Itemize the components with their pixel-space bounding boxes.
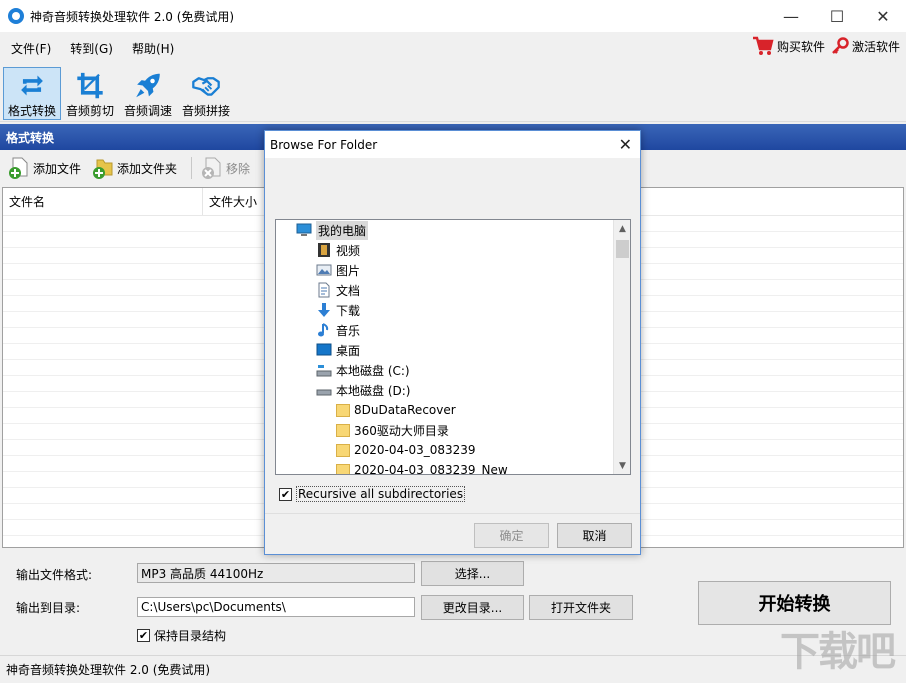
video-icon bbox=[318, 243, 330, 257]
toolbar-separator bbox=[191, 157, 193, 179]
add-folder-button[interactable]: 添加文件夹 bbox=[91, 156, 183, 180]
remove-button[interactable]: 移除 bbox=[200, 156, 256, 180]
open-folder-button[interactable]: 打开文件夹 bbox=[529, 595, 633, 620]
computer-icon bbox=[296, 223, 312, 236]
remove-icon bbox=[202, 157, 221, 179]
folder-icon bbox=[336, 423, 350, 437]
keep-structure-check-icon: ✔ bbox=[137, 629, 150, 642]
folder-icon bbox=[336, 463, 350, 474]
tree-scrollbar[interactable]: ▲ ▼ bbox=[613, 220, 630, 474]
status-text: 神奇音频转换处理软件 2.0 (免费试用) bbox=[6, 663, 211, 677]
app-logo-icon bbox=[8, 8, 24, 24]
select-format-button[interactable]: 选择... bbox=[421, 561, 524, 586]
output-dir-input[interactable]: C:\Users\pc\Documents\ bbox=[137, 597, 415, 617]
folder-icon bbox=[336, 403, 350, 417]
menu-goto[interactable]: 转到(G) bbox=[59, 40, 121, 57]
add-folder-label: 添加文件夹 bbox=[117, 161, 178, 176]
minimize-button[interactable]: — bbox=[768, 0, 814, 32]
add-file-button[interactable]: 添加文件 bbox=[7, 156, 87, 180]
shopping-cart-icon bbox=[752, 36, 774, 55]
key-icon bbox=[832, 37, 849, 54]
change-dir-button[interactable]: 更改目录... bbox=[421, 595, 524, 620]
tree-item-my-computer[interactable]: 我的电脑 bbox=[296, 220, 369, 240]
dialog-close-button[interactable]: ✕ bbox=[619, 135, 632, 154]
dialog-ok-button[interactable]: 确定 bbox=[474, 523, 549, 548]
recursive-check-icon: ✔ bbox=[279, 487, 292, 501]
document-icon bbox=[318, 282, 330, 298]
buy-software-link[interactable]: 购买软件 bbox=[752, 36, 825, 56]
activate-software-link[interactable]: 激活软件 bbox=[831, 37, 900, 55]
tree-item-folder[interactable]: 8DuDataRecover bbox=[336, 400, 456, 420]
tree-item-documents[interactable]: 文档 bbox=[316, 280, 360, 300]
recursive-label: Recursive all subdirectories bbox=[296, 486, 466, 502]
drive-icon bbox=[316, 365, 332, 377]
tree-item-folder[interactable]: 2020-04-03_083239_New bbox=[336, 460, 508, 474]
close-button[interactable]: ✕ bbox=[860, 0, 906, 32]
desktop-icon bbox=[316, 343, 332, 356]
tool-audio-cut-label: 音频剪切 bbox=[65, 104, 114, 118]
scroll-down-arrow-icon[interactable]: ▼ bbox=[614, 457, 630, 474]
window-title: 神奇音频转换处理软件 2.0 (免费试用) bbox=[30, 9, 235, 24]
recursive-checkbox[interactable]: ✔ Recursive all subdirectories bbox=[279, 486, 466, 502]
title-bar: 神奇音频转换处理软件 2.0 (免费试用) — ☐ ✕ bbox=[0, 0, 906, 32]
convert-icon bbox=[21, 75, 43, 96]
tool-audio-join-label: 音频拼接 bbox=[181, 104, 230, 118]
tool-audio-join[interactable]: 音频拼接 bbox=[177, 67, 235, 120]
output-format-field: MP3 高品质 44100Hz bbox=[137, 563, 415, 583]
scroll-up-arrow-icon[interactable]: ▲ bbox=[614, 220, 630, 237]
activate-software-label: 激活软件 bbox=[851, 39, 900, 54]
keep-structure-label: 保持目录结构 bbox=[154, 629, 227, 643]
tree-item-drive-d[interactable]: 本地磁盘 (D:) bbox=[316, 380, 410, 400]
add-file-label: 添加文件 bbox=[33, 161, 82, 176]
output-settings-panel: 输出文件格式: MP3 高品质 44100Hz 选择... 输出到目录: C:\… bbox=[0, 549, 906, 655]
tree-item-pictures[interactable]: 图片 bbox=[316, 260, 360, 280]
output-format-label: 输出文件格式: bbox=[16, 568, 93, 582]
window-controls: — ☐ ✕ bbox=[768, 0, 906, 32]
scroll-thumb[interactable] bbox=[616, 240, 629, 258]
tree-item-downloads[interactable]: 下载 bbox=[316, 300, 360, 320]
menu-file[interactable]: 文件(F) bbox=[0, 40, 59, 57]
main-toolbar: 格式转换 音频剪切 音频调速 音频拼接 bbox=[0, 64, 906, 122]
dialog-footer: 确定 取消 bbox=[265, 513, 640, 555]
tree-item-drive-c[interactable]: 本地磁盘 (C:) bbox=[316, 360, 410, 380]
output-dir-label: 输出到目录: bbox=[16, 601, 81, 615]
keep-structure-checkbox[interactable]: ✔ 保持目录结构 bbox=[137, 627, 226, 644]
watermark-logo: 下载吧 bbox=[780, 628, 896, 675]
tree-item-desktop[interactable]: 桌面 bbox=[316, 340, 360, 360]
dialog-title-bar: Browse For Folder ✕ bbox=[265, 131, 640, 158]
tool-audio-speed-label: 音频调速 bbox=[123, 104, 172, 118]
tree-item-folder[interactable]: 2020-04-03_083239 bbox=[336, 440, 476, 460]
maximize-button[interactable]: ☐ bbox=[814, 0, 860, 32]
tree-item-folder[interactable]: 360驱动大师目录 bbox=[336, 420, 449, 440]
tree-item-music[interactable]: 音乐 bbox=[316, 320, 360, 340]
menu-bar: 文件(F) 转到(G) 帮助(H) 购买软件 激活软件 bbox=[0, 32, 906, 64]
tree-item-videos[interactable]: 视频 bbox=[316, 240, 360, 260]
picture-icon bbox=[316, 264, 332, 276]
download-icon bbox=[318, 303, 330, 317]
dialog-title: Browse For Folder bbox=[270, 137, 378, 152]
tool-audio-cut[interactable]: 音频剪切 bbox=[61, 67, 119, 120]
status-bar: 神奇音频转换处理软件 2.0 (免费试用) bbox=[0, 655, 906, 683]
handshake-icon bbox=[192, 77, 220, 96]
drive-icon bbox=[316, 389, 332, 396]
tool-format-convert[interactable]: 格式转换 bbox=[3, 67, 61, 120]
rocket-icon bbox=[136, 73, 160, 98]
browse-folder-dialog: Browse For Folder ✕ 我的电脑 视频 图片 文档 下载 音乐 bbox=[264, 130, 641, 555]
menu-help[interactable]: 帮助(H) bbox=[121, 40, 182, 57]
tool-format-convert-label: 格式转换 bbox=[7, 104, 56, 118]
crop-icon bbox=[77, 72, 103, 99]
folder-icon bbox=[336, 443, 350, 457]
tool-audio-speed[interactable]: 音频调速 bbox=[119, 67, 177, 120]
buy-software-label: 购买软件 bbox=[776, 39, 825, 54]
folder-tree[interactable]: 我的电脑 视频 图片 文档 下载 音乐 桌面 本地磁盘 (C:) 本地磁盘 (D… bbox=[275, 219, 631, 475]
add-file-icon bbox=[9, 157, 28, 179]
add-folder-icon bbox=[93, 159, 113, 179]
music-icon bbox=[318, 323, 329, 337]
column-file-name[interactable]: 文件名 bbox=[3, 188, 203, 215]
dialog-cancel-button[interactable]: 取消 bbox=[557, 523, 632, 548]
remove-label: 移除 bbox=[226, 161, 251, 176]
